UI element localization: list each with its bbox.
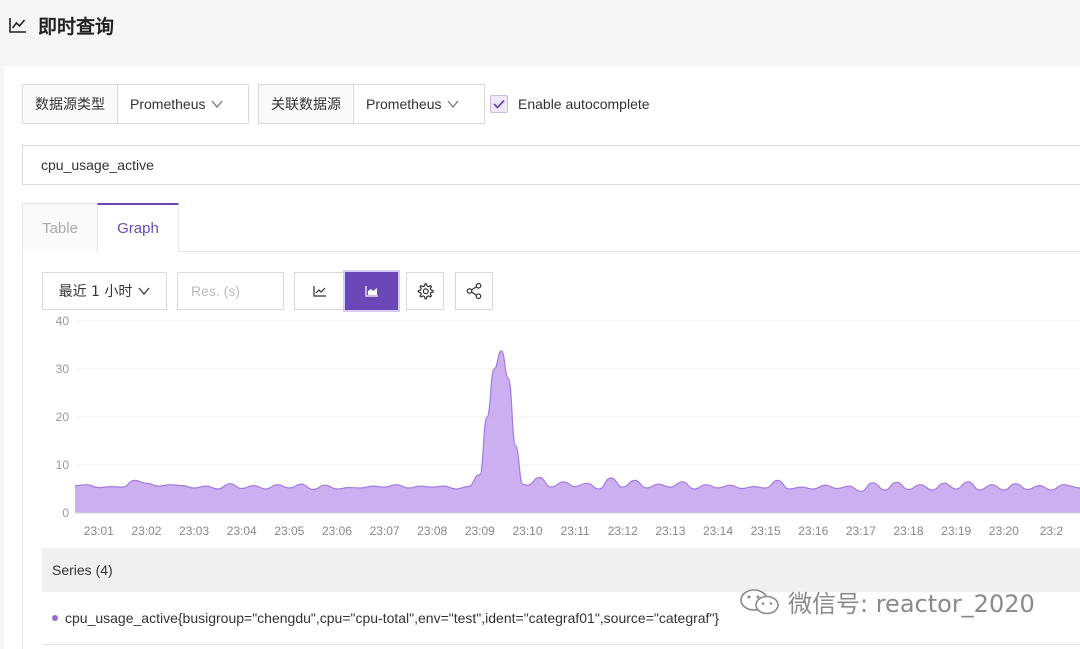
autocomplete-checkbox[interactable]: Enable autocomplete [490, 95, 650, 113]
watermark: 微信号: reactor_2020 [738, 584, 1035, 619]
linked-datasource-group: 关联数据源 Prometheus [258, 84, 485, 124]
time-range-picker[interactable]: 最近 1 小时 [42, 272, 167, 310]
area-chart-icon [364, 286, 378, 297]
x-tick-label: 23:09 [465, 524, 495, 538]
area-chart-button[interactable] [345, 272, 398, 310]
linked-datasource-select[interactable]: Prometheus [354, 85, 471, 123]
x-tick-label: 23:11 [561, 524, 590, 538]
y-tick-label: 30 [56, 362, 70, 376]
x-tick-label: 23:07 [370, 524, 400, 538]
y-tick-label: 20 [56, 410, 70, 424]
x-tick-label: 23:17 [846, 524, 876, 538]
y-tick-label: 0 [62, 506, 69, 520]
line-chart-icon [313, 286, 326, 297]
datasource-type-value: Prometheus [130, 96, 206, 112]
x-tick-label: 23:15 [751, 524, 781, 538]
x-tick-label: 23:19 [941, 524, 971, 538]
wechat-icon [740, 588, 779, 614]
autocomplete-label: Enable autocomplete [518, 96, 650, 112]
line-chart-icon [9, 18, 26, 33]
tab-table[interactable]: Table [22, 203, 98, 252]
cpu-usage-chart: 0 10 20 30 40 23:01 23:02 23:03 23:04 23:05 23:06 2… [56, 314, 1080, 538]
result-tabs: Table Graph [22, 203, 1080, 253]
promql-query-input[interactable]: cpu_usage_active [22, 145, 1080, 185]
gear-icon [417, 283, 434, 300]
x-tick-label: 23:2 [1040, 524, 1064, 538]
time-range-value: 最近 1 小时 [58, 284, 133, 300]
x-tick-label: 23:12 [608, 524, 638, 538]
x-tick-label: 23:06 [322, 524, 352, 538]
query-text: cpu_usage_active [41, 157, 154, 173]
x-tick-label: 23:13 [655, 524, 685, 538]
x-tick-label: 23:01 [84, 524, 114, 538]
series-color-dot [52, 615, 58, 621]
y-tick-label: 40 [56, 314, 70, 328]
x-tick-label: 23:16 [798, 524, 828, 538]
page-title: 即时查询 [38, 15, 115, 38]
x-tick-label: 23:03 [179, 524, 209, 538]
chevron-down-icon [138, 287, 150, 295]
watermark-text: 微信号: reactor_2020 [788, 590, 1035, 618]
y-tick-label: 10 [56, 458, 70, 472]
share-icon [466, 282, 482, 300]
series-label: cpu_usage_active{busigroup="chengdu",cpu… [65, 610, 720, 626]
line-chart-button[interactable] [294, 272, 346, 310]
settings-button[interactable] [406, 272, 444, 310]
share-button[interactable] [455, 272, 493, 310]
x-tick-label: 23:14 [703, 524, 733, 538]
x-tick-label: 23:08 [417, 524, 447, 538]
x-tick-label: 23:05 [274, 524, 304, 538]
x-tick-label: 23:02 [131, 524, 161, 538]
checkbox-box[interactable] [490, 95, 508, 113]
resolution-input[interactable] [191, 283, 281, 299]
resolution-field[interactable] [177, 272, 284, 310]
datasource-type-label: 数据源类型 [23, 85, 118, 123]
x-tick-label: 23:18 [894, 524, 924, 538]
checkmark-icon [493, 99, 505, 109]
divider [42, 644, 1080, 645]
chevron-down-icon [447, 100, 459, 108]
series-line [74, 350, 1080, 493]
linked-datasource-value: Prometheus [366, 96, 442, 112]
page-header: 即时查询 [0, 0, 1080, 50]
chevron-down-icon [211, 100, 223, 108]
linked-datasource-label: 关联数据源 [259, 85, 354, 123]
datasource-type-select[interactable]: Prometheus [118, 85, 235, 123]
tab-graph[interactable]: Graph [97, 203, 179, 253]
datasource-type-group: 数据源类型 Prometheus [22, 84, 249, 124]
x-tick-label: 23:04 [227, 524, 257, 538]
x-tick-label: 23:20 [989, 524, 1019, 538]
x-tick-label: 23:10 [512, 524, 542, 538]
